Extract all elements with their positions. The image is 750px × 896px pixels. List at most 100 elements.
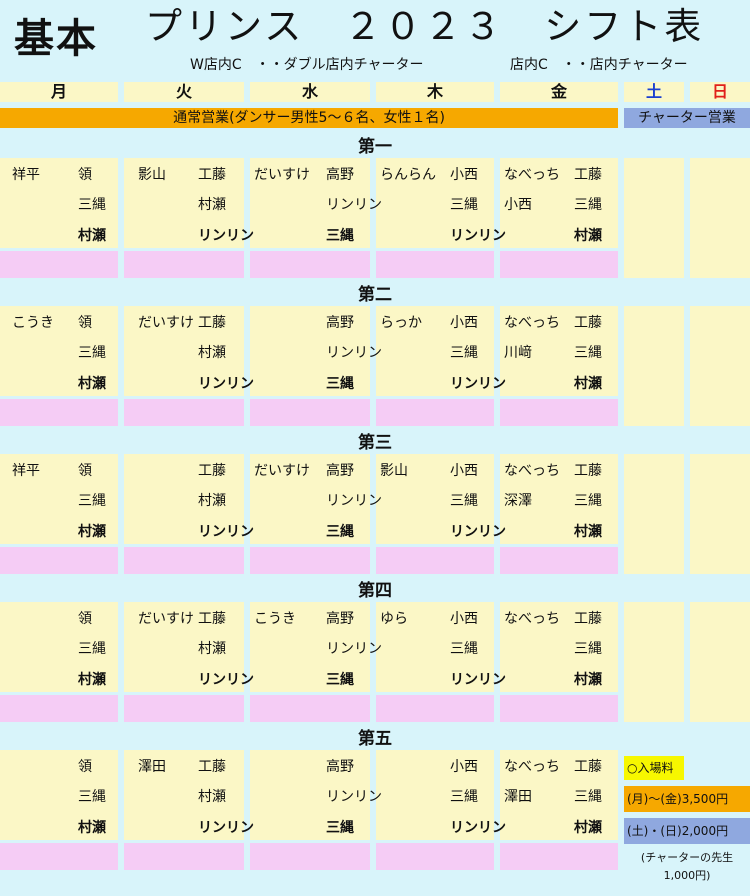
dancer-name: 工藤 [198,759,226,775]
empty-slot-row [376,399,494,426]
dancer-name: 三縄 [450,789,478,805]
dancer-name: リンリン [326,641,382,657]
empty-slot-row [500,251,618,278]
legend-charter: 店内C ・・店内チャーター [510,57,688,73]
dancer-name: 小西 [504,197,532,213]
day-header-4: 金 [500,82,618,102]
dancer-name: なべっち [504,463,560,479]
dancer-name: 祥平 [12,167,40,183]
dancer-name: 村瀬 [574,228,602,244]
page-title-kihon: 基本 [14,16,98,62]
dancer-name: リンリン [198,376,254,392]
empty-slot-row [0,695,118,722]
empty-slot-row [500,695,618,722]
dancer-name: 三縄 [326,228,354,244]
dancer-name: リンリン [450,524,506,540]
dancer-name: 小西 [450,611,478,627]
week-label: 第四 [358,581,392,601]
legend-w-charter: W店内C ・・ダブル店内チャーター [190,57,424,73]
dancer-name: 影山 [138,167,166,183]
dancer-name: こうき [12,315,54,331]
empty-slot-row [500,399,618,426]
dancer-name: だいすけ [138,611,194,627]
dancer-name: リンリン [198,524,254,540]
dancer-name: 影山 [380,463,408,479]
empty-slot-row [250,695,370,722]
dancer-name: 三縄 [450,641,478,657]
empty-slot-row [0,251,118,278]
day-header-1: 火 [124,82,244,102]
dancer-name: 村瀬 [574,672,602,688]
dancer-name: なべっち [504,167,560,183]
dancer-name: 村瀬 [78,376,106,392]
dancer-name: なべっち [504,315,560,331]
day-header-5: 土 [624,82,684,102]
empty-slot-row [250,399,370,426]
dancer-name: 工藤 [574,611,602,627]
dancer-name: 村瀬 [574,376,602,392]
day-cell [624,306,684,426]
dancer-name: 三縄 [78,197,106,213]
dancer-name: 三縄 [574,345,602,361]
week-label: 第三 [358,433,392,453]
empty-slot-row [250,547,370,574]
dancer-name: だいすけ [254,463,310,479]
week-label: 第二 [358,285,392,305]
dancer-name: リンリン [450,228,506,244]
day-cell [690,306,750,426]
dancer-name: 村瀬 [198,641,226,657]
week-label: 第一 [358,137,392,157]
dancer-name: 三縄 [78,345,106,361]
empty-slot-row [376,547,494,574]
dancer-name: 高野 [326,167,354,183]
day-cell [624,454,684,574]
dancer-name: 村瀬 [78,672,106,688]
dancer-name: 村瀬 [198,197,226,213]
dancer-name: 三縄 [574,789,602,805]
dancer-name: 小西 [450,463,478,479]
empty-slot-row [0,843,118,870]
dancer-name: 工藤 [574,759,602,775]
dancer-name: リンリン [326,789,382,805]
empty-slot-row [376,843,494,870]
dancer-name: 三縄 [326,820,354,836]
day-header-0: 月 [0,82,118,102]
dancer-name: 高野 [326,315,354,331]
dancer-name: リンリン [326,345,382,361]
dancer-name: リンリン [198,820,254,836]
dancer-name: 工藤 [574,463,602,479]
weekday-fee: (月)～(金)3,500円 [624,786,750,812]
dancer-name: 三縄 [78,789,106,805]
empty-slot-row [0,399,118,426]
dancer-name: 三縄 [326,672,354,688]
day-cell [624,158,684,278]
dancer-name: 小西 [450,315,478,331]
empty-slot-row [250,843,370,870]
dancer-name: リンリン [450,820,506,836]
dancer-name: 村瀬 [198,493,226,509]
dancer-name: 工藤 [574,315,602,331]
empty-slot-row [124,843,244,870]
dancer-name: 村瀬 [198,345,226,361]
charter-business-band: チャーター営業 [624,108,750,128]
teacher-fee-amount: 1,000円) [663,869,711,882]
dancer-name: なべっち [504,611,560,627]
empty-slot-row [376,695,494,722]
day-cell [690,602,750,722]
dancer-name: 高野 [326,611,354,627]
dancer-name: らんらん [380,167,436,183]
dancer-name: 村瀬 [78,524,106,540]
dancer-name: だいすけ [138,315,194,331]
day-header-2: 水 [250,82,370,102]
dancer-name: 領 [78,463,92,479]
dancer-name: 高野 [326,463,354,479]
dancer-name: 高野 [326,759,354,775]
dancer-name: 三縄 [450,493,478,509]
dancer-name: 村瀬 [78,820,106,836]
day-cell [690,158,750,278]
dancer-name: 工藤 [198,315,226,331]
empty-slot-row [124,695,244,722]
dancer-name: 小西 [450,759,478,775]
dancer-name: 工藤 [574,167,602,183]
empty-slot-row [250,251,370,278]
